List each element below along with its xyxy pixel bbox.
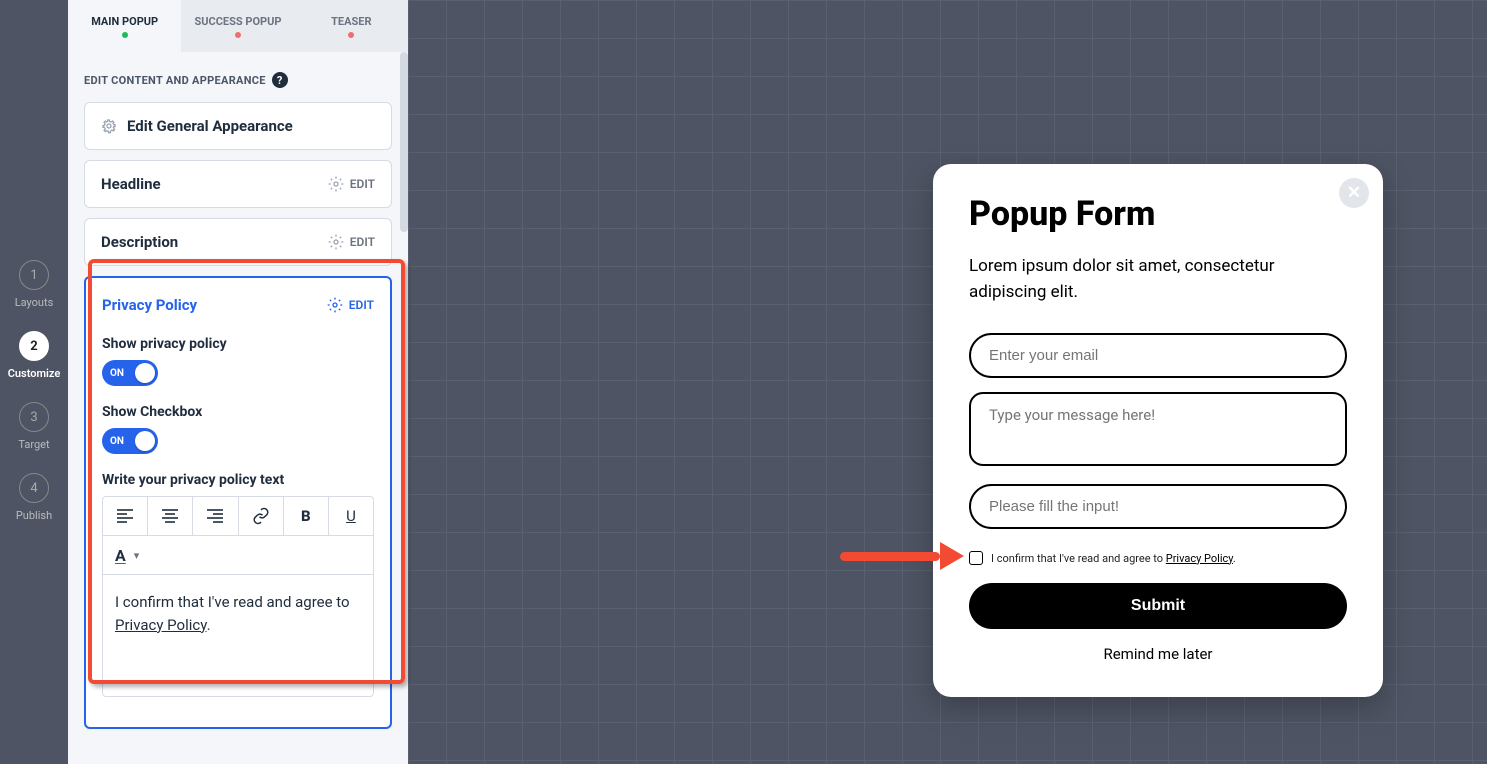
card-privacy-policy: Privacy Policy EDIT Show privacy policy … [84, 276, 392, 729]
remind-later-link[interactable]: Remind me later [969, 645, 1347, 663]
align-center-button[interactable] [148, 497, 193, 535]
card-general-appearance[interactable]: Edit General Appearance [84, 102, 392, 150]
bold-button[interactable]: B [284, 497, 329, 535]
panel-body: EDIT CONTENT AND APPEARANCE ? Edit Gener… [68, 52, 408, 737]
card-description[interactable]: Description EDIT [84, 218, 392, 266]
privacy-link[interactable]: Privacy Policy [115, 616, 207, 634]
privacy-checkbox[interactable] [969, 551, 983, 565]
gear-icon [328, 176, 344, 192]
gear-icon [328, 234, 344, 250]
close-button[interactable]: ✕ [1339, 178, 1369, 208]
section-header: EDIT CONTENT AND APPEARANCE ? [84, 72, 392, 88]
tab-main-popup[interactable]: MAIN POPUP [68, 0, 181, 52]
card-headline[interactable]: Headline EDIT [84, 160, 392, 208]
status-dot-icon [348, 32, 354, 38]
underline-button[interactable]: U [329, 497, 373, 535]
show-checkbox-label: Show Checkbox [102, 404, 374, 420]
popup-description: Lorem ipsum dolor sit amet, consectetur … [969, 254, 1347, 305]
tab-teaser[interactable]: TEASER [295, 0, 408, 52]
gear-icon [101, 118, 117, 134]
submit-button[interactable]: Submit [969, 583, 1347, 629]
tab-success-popup[interactable]: SUCCESS POPUP [181, 0, 294, 52]
popup-tabs: MAIN POPUP SUCCESS POPUP TEASER [68, 0, 408, 52]
text-color-button[interactable]: A [115, 546, 126, 565]
step-rail: 1 Layouts 2 Customize 3 Target 4 Publish [0, 0, 68, 764]
toggle-knob-icon [135, 431, 155, 451]
popup-title: Popup Form [969, 194, 1347, 234]
chevron-down-icon[interactable]: ▾ [134, 549, 140, 562]
toggle-show-checkbox[interactable]: ON [102, 428, 158, 454]
close-icon: ✕ [1347, 183, 1361, 203]
editor-toolbar: B U A ▾ [102, 496, 374, 575]
customize-panel: MAIN POPUP SUCCESS POPUP TEASER EDIT CON… [68, 0, 408, 764]
email-input[interactable] [969, 333, 1347, 378]
privacy-edit-button[interactable]: EDIT [327, 297, 374, 313]
privacy-text-editor[interactable]: I confirm that I've read and agree to Pr… [102, 575, 374, 697]
gear-icon [327, 297, 343, 313]
link-button[interactable] [239, 497, 284, 535]
align-right-button[interactable] [193, 497, 238, 535]
canvas: ✕ Popup Form Lorem ipsum dolor sit amet,… [408, 0, 1487, 764]
toggle-knob-icon [135, 363, 155, 383]
toggle-show-privacy[interactable]: ON [102, 360, 158, 386]
step-publish[interactable]: 4 Publish [16, 473, 52, 522]
step-customize[interactable]: 2 Customize [8, 331, 61, 380]
message-input[interactable] [969, 392, 1347, 466]
status-dot-icon [122, 32, 128, 38]
popup-privacy-link[interactable]: Privacy Policy [1166, 552, 1233, 565]
show-privacy-label: Show privacy policy [102, 336, 374, 352]
step-layouts[interactable]: 1 Layouts [15, 260, 54, 309]
status-dot-icon [235, 32, 241, 38]
annotation-arrow-icon [840, 544, 960, 568]
align-left-button[interactable] [103, 497, 148, 535]
write-text-label: Write your privacy policy text [102, 472, 374, 488]
help-icon[interactable]: ? [272, 72, 288, 88]
privacy-title: Privacy Policy [102, 296, 197, 314]
generic-input[interactable] [969, 484, 1347, 529]
popup-preview: ✕ Popup Form Lorem ipsum dolor sit amet,… [933, 164, 1383, 697]
step-target[interactable]: 3 Target [18, 402, 49, 451]
confirm-row: I confirm that I've read and agree to Pr… [969, 551, 1347, 565]
